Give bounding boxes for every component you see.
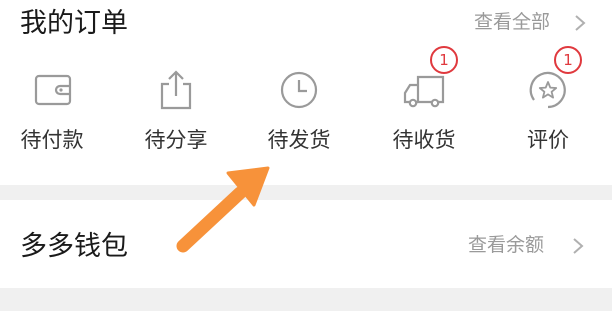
order-item-pending-receipt[interactable]: 1 待收货	[376, 46, 472, 160]
order-item-pending-shipment[interactable]: 待发货	[251, 60, 347, 160]
notification-badge: 1	[430, 46, 458, 74]
orders-title: 我的订单	[20, 8, 128, 39]
notification-badge: 1	[554, 46, 582, 74]
order-item-label: 评价	[527, 128, 569, 152]
wallet-icon	[34, 74, 72, 106]
chevron-right-icon[interactable]	[570, 13, 590, 33]
clock-icon	[280, 71, 318, 109]
order-item-label: 待发货	[267, 128, 331, 152]
order-item-pending-payment[interactable]: 待付款	[4, 60, 100, 160]
chevron-right-icon[interactable]	[568, 236, 588, 256]
order-item-label: 待收货	[392, 128, 456, 152]
review-star-icon	[529, 71, 566, 109]
my-orders-section: 我的订单 查看全部 待付款 待分享 待发货 1 待收货 1 评价	[0, 0, 612, 185]
share-icon	[160, 70, 192, 110]
view-balance-link[interactable]: 查看余额	[468, 236, 544, 255]
truck-icon	[403, 75, 445, 108]
wallet-title: 多多钱包	[20, 231, 128, 262]
view-all-orders-link[interactable]: 查看全部	[474, 13, 550, 32]
order-item-label: 待分享	[144, 128, 208, 152]
order-item-label: 待付款	[20, 128, 84, 152]
order-item-pending-share[interactable]: 待分享	[128, 60, 224, 160]
order-item-review[interactable]: 1 评价	[500, 46, 596, 160]
wallet-section[interactable]: 多多钱包 查看余额	[0, 200, 612, 288]
